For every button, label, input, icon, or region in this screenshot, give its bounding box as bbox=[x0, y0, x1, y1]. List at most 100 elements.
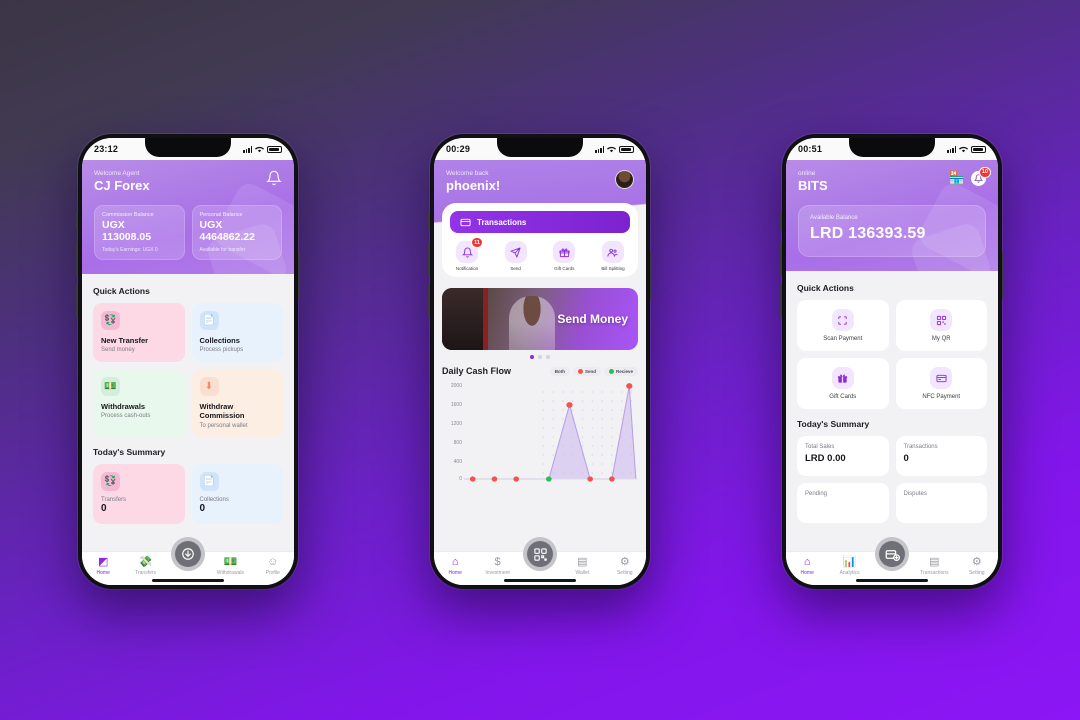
summary-grid: Total Sales LRD 0.00 Transactions 0 Pend… bbox=[797, 436, 987, 523]
quick-action-my-qr[interactable]: My QR bbox=[895, 300, 987, 351]
power-button[interactable] bbox=[650, 252, 652, 300]
carousel-dot[interactable] bbox=[546, 355, 550, 359]
summary-card-disputes[interactable]: Disputes bbox=[895, 483, 987, 523]
nav-item-profile[interactable]: ☺ Profile bbox=[256, 556, 290, 576]
quick-actions-grid: Scan Payment My QR Gift Cards NFC Paymen… bbox=[797, 300, 987, 409]
balance-amount: 4464862.22 bbox=[199, 230, 255, 243]
mute-switch[interactable] bbox=[428, 212, 430, 230]
summary-title: Today's Summary bbox=[797, 419, 870, 429]
balance-label: Commission Balance bbox=[102, 212, 154, 218]
bell-icon[interactable]: 10 bbox=[971, 166, 991, 186]
data-point[interactable] bbox=[513, 476, 520, 482]
data-point[interactable] bbox=[545, 476, 552, 482]
carousel-dots[interactable] bbox=[434, 355, 646, 359]
withdrawals-icon: 💵 bbox=[223, 555, 238, 568]
nav-item-home[interactable]: ◩ Home bbox=[86, 555, 120, 576]
nav-item-analytics[interactable]: 📊 Analytics bbox=[833, 556, 867, 576]
quick-action-row: 11 Notification Send Gift Cards Bill Spl… bbox=[450, 237, 630, 271]
action-label: Bill Splitting bbox=[601, 266, 625, 271]
home-icon: ◩ bbox=[97, 555, 109, 568]
signal-icon bbox=[595, 145, 604, 153]
summary-card-transfers[interactable]: 💱 Transfers 0 bbox=[93, 463, 185, 525]
balance-card-personal[interactable]: Personal Balance UGX 4464862.22 Availabl… bbox=[191, 205, 282, 260]
status-time: 23:12 bbox=[94, 144, 119, 154]
new-transaction-fab[interactable] bbox=[875, 537, 909, 571]
summary-card-total-sales[interactable]: Total Sales LRD 0.00 bbox=[797, 436, 889, 476]
nav-item-home[interactable]: ⌂ Home bbox=[438, 555, 472, 576]
action-gift-cards[interactable]: Gift Cards bbox=[547, 241, 581, 271]
quick-action-sub: Process pickups bbox=[199, 346, 244, 353]
data-point[interactable] bbox=[609, 476, 615, 482]
home-icon: ⌂ bbox=[803, 555, 811, 568]
action-send[interactable]: Send bbox=[499, 241, 533, 271]
transactions-button[interactable]: Transactions bbox=[450, 211, 630, 233]
quick-action-withdraw-commission[interactable]: ⬇ Withdraw Commission To personal wallet bbox=[191, 368, 283, 438]
available-balance-card[interactable]: Available Balance LRD 136393.59 bbox=[798, 205, 986, 257]
quick-action-collections[interactable]: 📄 Collections Process pickups bbox=[191, 302, 283, 362]
quick-action-new-transfer[interactable]: 💱 New Transfer Send money bbox=[93, 302, 185, 362]
carousel-dot[interactable] bbox=[538, 355, 542, 359]
notch bbox=[497, 138, 583, 157]
action-notification[interactable]: 11 Notification bbox=[450, 237, 484, 271]
balance-card-commission[interactable]: Commission Balance UGX 113008.05 Today's… bbox=[94, 205, 185, 260]
store-icon[interactable]: 🏪 bbox=[949, 170, 965, 186]
transactions-icon: ▤ bbox=[929, 555, 940, 568]
nav-item-transactions[interactable]: ▤ Transactions bbox=[917, 555, 951, 576]
screen-merchant-home: 00:51 online BITS � bbox=[786, 138, 998, 585]
summary-card-collections[interactable]: 📄 Collections 0 bbox=[191, 463, 283, 525]
floating-action-button[interactable] bbox=[171, 537, 205, 571]
quick-actions-title: Quick Actions bbox=[93, 285, 150, 296]
banner-accent-bar bbox=[483, 288, 489, 350]
data-point[interactable] bbox=[587, 476, 593, 482]
status-bar: 00:51 bbox=[786, 138, 998, 160]
chart-y-axis: 2000 1600 1200 800 400 0 bbox=[442, 382, 464, 482]
promo-banner[interactable]: Send Money bbox=[442, 288, 638, 350]
data-point[interactable] bbox=[566, 402, 573, 408]
nav-item-investment[interactable]: $ Investment bbox=[481, 556, 515, 576]
action-bill-splitting[interactable]: Bill Splitting bbox=[596, 241, 630, 271]
quick-action-gift-cards[interactable]: Gift Cards bbox=[797, 358, 889, 409]
nav-item-withdrawals[interactable]: 💵 Withdrawals bbox=[213, 555, 247, 576]
bell-icon[interactable] bbox=[266, 170, 282, 186]
nav-item-setting[interactable]: ⚙ Setting bbox=[608, 556, 642, 576]
wifi-icon bbox=[959, 146, 968, 152]
banner-left-panel bbox=[442, 288, 486, 350]
home-icon: ⌂ bbox=[451, 555, 459, 568]
home-indicator bbox=[856, 579, 928, 582]
summary-card-transactions[interactable]: Transactions 0 bbox=[895, 436, 987, 476]
mute-switch[interactable] bbox=[76, 212, 78, 230]
legend-recieve[interactable]: Recieve bbox=[603, 366, 638, 376]
nav-item-transfers[interactable]: 💸 Transfers bbox=[129, 556, 163, 576]
data-point[interactable] bbox=[491, 476, 498, 482]
user-avatar[interactable] bbox=[615, 170, 634, 189]
power-button[interactable] bbox=[298, 252, 300, 300]
nav-label: Transactions bbox=[920, 569, 949, 576]
y-tick: 1200 bbox=[450, 421, 462, 427]
y-tick: 800 bbox=[453, 440, 462, 446]
quick-action-withdrawals[interactable]: 💵 Withdrawals Process cash-outs bbox=[93, 368, 185, 438]
quick-action-scan-payment[interactable]: Scan Payment bbox=[797, 300, 889, 351]
quick-action-nfc-payment[interactable]: NFC Payment bbox=[895, 358, 987, 409]
nav-label: Transfers bbox=[135, 569, 157, 576]
nav-item-home[interactable]: ⌂ Home bbox=[790, 555, 824, 576]
home-indicator bbox=[152, 579, 224, 582]
screen-wallet-home: 00:29 Welcome back phoenix! Transactions… bbox=[434, 138, 646, 585]
summary-card-pending[interactable]: Pending bbox=[797, 483, 889, 523]
data-point[interactable] bbox=[469, 476, 476, 482]
balance-cards: Commission Balance UGX 113008.05 Today's… bbox=[94, 205, 282, 260]
legend-send[interactable]: Send bbox=[572, 366, 601, 376]
nav-item-wallet[interactable]: ▤ Wallet bbox=[565, 556, 599, 576]
carousel-dot[interactable] bbox=[530, 355, 534, 359]
nav-item-setting[interactable]: ⚙ Setting bbox=[960, 556, 994, 576]
qr-scan-fab[interactable] bbox=[523, 537, 557, 571]
data-point[interactable] bbox=[626, 383, 633, 389]
y-tick: 400 bbox=[453, 459, 462, 465]
balance-label: Available Balance bbox=[810, 215, 858, 221]
summary-label: Disputes bbox=[903, 491, 927, 497]
quick-actions-title: Quick Actions bbox=[797, 283, 854, 293]
mute-switch[interactable] bbox=[780, 212, 782, 230]
power-button[interactable] bbox=[1002, 252, 1004, 300]
banner-text: Send Money bbox=[557, 312, 628, 326]
legend-both[interactable]: Both bbox=[549, 366, 570, 376]
send-icon bbox=[504, 241, 527, 263]
